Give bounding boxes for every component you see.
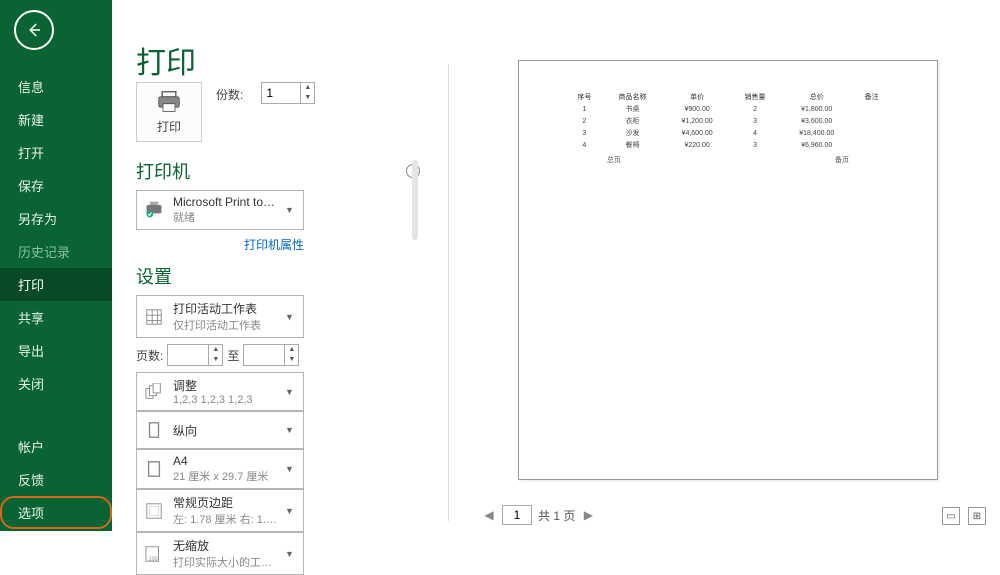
table-row: 4餐椅¥220.003¥6,960.00	[567, 139, 889, 151]
pages-label: 页数:	[136, 347, 163, 364]
show-margins-button[interactable]: ⊞	[968, 507, 986, 525]
printer-select[interactable]: Microsoft Print to PDF 就绪 ▼	[136, 190, 304, 230]
nav-account[interactable]: 帐户	[0, 430, 112, 463]
collate-select[interactable]: 调整 1,2,3 1,2,3 1,2,3 ▼	[136, 372, 304, 411]
printer-icon	[155, 90, 183, 114]
collate-icon	[144, 383, 164, 401]
table-row: 3沙发¥4,600.004¥18,400.00	[567, 127, 889, 139]
current-page-input[interactable]	[502, 505, 532, 525]
copies-up[interactable]: ▲	[301, 83, 314, 93]
paper-size-select[interactable]: A4 21 厘米 x 29.7 厘米 ▼	[136, 449, 304, 489]
preview-footer-left: 总页	[607, 155, 621, 165]
copies-spinner[interactable]: ▲▼	[261, 82, 315, 104]
page-to-input[interactable]	[244, 345, 284, 365]
printer-name: Microsoft Print to PDF	[173, 195, 277, 209]
nav-info[interactable]: 信息	[0, 70, 112, 103]
pane-divider	[448, 64, 449, 521]
nav-share[interactable]: 共享	[0, 301, 112, 334]
print-scope-select[interactable]: 打印活动工作表 仅打印活动工作表 ▼	[136, 295, 304, 338]
margins-select[interactable]: 常规页边距 左: 1.78 厘米 右: 1.7… ▼	[136, 489, 304, 532]
page-navigator: ◀ 共 1 页 ▶	[482, 505, 595, 525]
arrow-left-icon	[25, 21, 43, 39]
sheet-icon	[144, 308, 164, 326]
nav-saveas[interactable]: 另存为	[0, 202, 112, 235]
printer-properties-link[interactable]: 打印机属性	[136, 236, 304, 253]
chevron-down-icon: ▼	[285, 312, 297, 322]
printer-heading: 打印机	[136, 158, 416, 184]
page-preview: 序号商品名称单价销售量总价备注 1书桌¥900.002¥1,800.002衣柜¥…	[518, 60, 938, 480]
nav-feedback[interactable]: 反馈	[0, 463, 112, 496]
print-settings-pane: 打印 份数: ▲▼ 打印机 i Microsoft Print to PDF 就…	[136, 82, 416, 575]
main-area: 打印 打印 份数: ▲▼ 打印机 i	[112, 0, 1000, 531]
margins-icon	[144, 502, 164, 520]
table-row: 2衣柜¥1,200.003¥3,600.00	[567, 115, 889, 127]
page-total: 共 1 页	[538, 507, 575, 524]
page-from-spinner[interactable]: ▲▼	[167, 344, 223, 366]
page-to-spinner[interactable]: ▲▼	[243, 344, 299, 366]
chevron-down-icon: ▼	[285, 464, 297, 474]
orientation-select[interactable]: 纵向 ▼	[136, 411, 304, 449]
printer-status: 就绪	[173, 209, 277, 225]
chevron-down-icon: ▼	[285, 387, 297, 397]
back-button[interactable]	[14, 10, 54, 50]
prev-page-button[interactable]: ◀	[482, 508, 496, 522]
chevron-down-icon: ▼	[285, 205, 297, 215]
page-icon	[144, 460, 164, 478]
pages-to-label: 至	[227, 347, 239, 364]
chevron-down-icon: ▼	[285, 425, 297, 435]
settings-heading: 设置	[136, 263, 416, 289]
nav-history[interactable]: 历史记录	[0, 235, 112, 268]
nav-open[interactable]: 打开	[0, 136, 112, 169]
next-page-button[interactable]: ▶	[581, 508, 595, 522]
printer-status-icon	[144, 201, 164, 219]
nav-print[interactable]: 打印	[0, 268, 112, 301]
copies-label: 份数:	[216, 86, 243, 103]
nav-export[interactable]: 导出	[0, 334, 112, 367]
table-row: 1书桌¥900.002¥1,800.00	[567, 103, 889, 115]
portrait-icon	[144, 421, 164, 439]
nav-options[interactable]: 选项	[0, 496, 112, 529]
print-button[interactable]: 打印	[136, 82, 202, 142]
zoom-to-page-button[interactable]: ▭	[942, 507, 960, 525]
backstage-sidebar: 信息 新建 打开 保存 另存为 历史记录 打印 共享 导出 关闭 帐户 反馈 选…	[0, 0, 112, 531]
preview-footer-right: 备页	[835, 155, 849, 165]
scrollbar[interactable]	[412, 160, 418, 240]
preview-table: 序号商品名称单价销售量总价备注 1书桌¥900.002¥1,800.002衣柜¥…	[567, 91, 889, 151]
copies-input[interactable]	[262, 83, 300, 103]
print-button-label: 打印	[157, 118, 181, 135]
nav-new[interactable]: 新建	[0, 103, 112, 136]
print-preview: 序号商品名称单价销售量总价备注 1书桌¥900.002¥1,800.002衣柜¥…	[472, 60, 984, 501]
nav-save[interactable]: 保存	[0, 169, 112, 202]
chevron-down-icon: ▼	[285, 506, 297, 516]
scale-icon: 100	[144, 545, 164, 563]
scaling-select[interactable]: 100 无缩放 打印实际大小的工作表 ▼	[136, 532, 304, 575]
svg-text:100: 100	[149, 556, 158, 562]
chevron-down-icon: ▼	[285, 549, 297, 559]
nav-close[interactable]: 关闭	[0, 367, 112, 400]
page-from-input[interactable]	[168, 345, 208, 365]
copies-down[interactable]: ▼	[301, 93, 314, 103]
